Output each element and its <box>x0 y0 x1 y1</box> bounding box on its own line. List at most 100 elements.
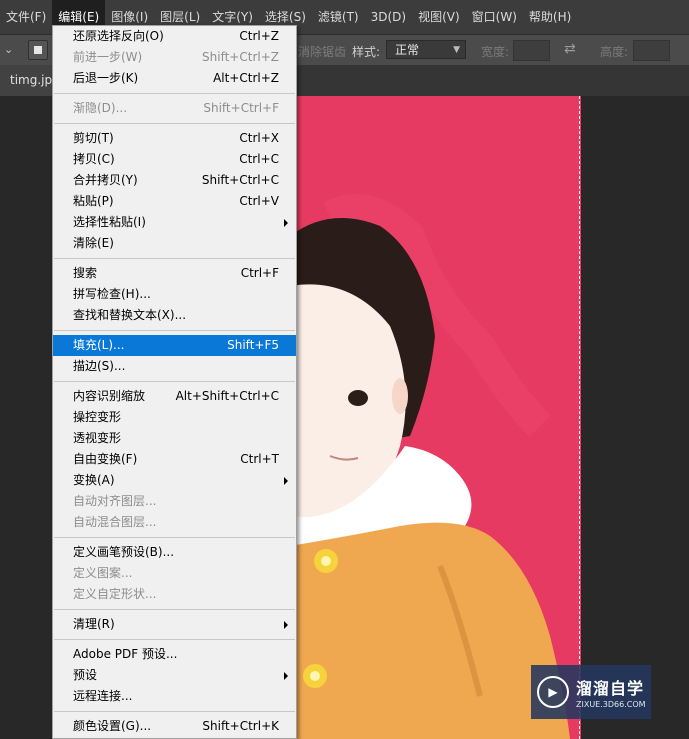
menu-item-label: 颜色设置(G)... <box>73 719 152 733</box>
edit-menu-item[interactable]: 填充(L)... Shift+F5 <box>53 335 296 356</box>
watermark-site: ZIXUE.3D66.COM <box>576 700 646 709</box>
menu-separator <box>54 711 295 712</box>
menu-item-label: 操控变形 <box>73 410 122 424</box>
edit-menu-item[interactable]: 合并拷贝(Y) Shift+Ctrl+C <box>53 170 296 191</box>
edit-menu-item[interactable]: 剪切(T) Ctrl+X <box>53 128 296 149</box>
antialias-label: 消除锯齿 <box>298 45 347 59</box>
new-selection-icon[interactable] <box>28 40 48 60</box>
menu-item-shortcut: Alt+Ctrl+Z <box>213 71 279 85</box>
menu-item-shortcut: Ctrl+X <box>239 131 279 145</box>
menu-item-label: 描边(S)... <box>73 359 126 373</box>
edit-menu-item: 自动混合图层... <box>53 512 296 533</box>
edit-menu-item[interactable]: 拷贝(C) Ctrl+C <box>53 149 296 170</box>
menu-item-label: 渐隐(D)... <box>73 101 128 115</box>
watermark-brand: 溜溜自学 <box>576 679 645 698</box>
menu-separator <box>54 330 295 331</box>
menu-item-label: 前进一步(W) <box>73 50 143 64</box>
menu-help[interactable]: 帮助(H) <box>523 0 577 34</box>
menu-item-label: 自动对齐图层... <box>73 494 157 508</box>
menu-separator <box>54 258 295 259</box>
menu-item-label: 定义自定形状... <box>73 587 157 601</box>
menu-item-label: 填充(L)... <box>73 338 125 352</box>
style-select[interactable]: 正常 ▼ <box>386 40 466 59</box>
menu-item-shortcut: Shift+Ctrl+C <box>201 173 279 187</box>
menu-item-shortcut: Ctrl+V <box>239 194 279 208</box>
menu-window[interactable]: 窗口(W) <box>466 0 523 34</box>
style-select-value: 正常 <box>395 43 420 57</box>
menu-item-label: Adobe PDF 预设... <box>73 647 178 661</box>
menu-item-label: 查找和替换文本(X)... <box>73 308 187 322</box>
edit-menu-item[interactable]: 内容识别缩放 Alt+Shift+Ctrl+C <box>53 386 296 407</box>
menu-item-shortcut: Shift+Ctrl+F <box>203 101 279 115</box>
edit-menu-item[interactable]: 颜色设置(G)... Shift+Ctrl+K <box>53 716 296 737</box>
style-label: 样式: <box>352 45 381 59</box>
edit-menu-dropdown: 还原选择反向(O) Ctrl+Z 前进一步(W) Shift+Ctrl+Z 后退一步(K… <box>52 25 297 739</box>
menu-item-shortcut: Ctrl+F <box>240 266 279 280</box>
menu-item-label: 透视变形 <box>73 431 122 445</box>
edit-menu-item[interactable]: 查找和替换文本(X)... <box>53 305 296 326</box>
menu-separator <box>54 93 295 94</box>
menu-view[interactable]: 视图(V) <box>412 0 466 34</box>
menu-item-label: 清除(E) <box>73 236 114 250</box>
selection-marquee <box>579 96 580 739</box>
submenu-arrow-icon <box>284 477 288 485</box>
menu-item-shortcut: Ctrl+C <box>239 152 279 166</box>
menu-separator <box>54 639 295 640</box>
menu-3d[interactable]: 3D(D) <box>365 0 412 34</box>
height-field[interactable] <box>633 40 670 61</box>
edit-menu-item[interactable]: 透视变形 <box>53 428 296 449</box>
edit-menu-item[interactable]: 操控变形 <box>53 407 296 428</box>
child-photo-image <box>290 96 581 739</box>
menu-item-label: 粘贴(P) <box>73 194 114 208</box>
edit-menu-item[interactable]: 粘贴(P) Ctrl+V <box>53 191 296 212</box>
edit-menu-item[interactable]: 搜索 Ctrl+F <box>53 263 296 284</box>
menu-item-label: 自动混合图层... <box>73 515 157 529</box>
width-label: 宽度: <box>481 45 510 59</box>
edit-menu-item[interactable]: 还原选择反向(O) Ctrl+Z <box>53 26 296 47</box>
edit-menu-item[interactable]: 远程连接... <box>53 686 296 707</box>
edit-menu-item[interactable]: 清理(R) <box>53 614 296 635</box>
menu-file[interactable]: 文件(F) <box>0 0 52 34</box>
menu-item-label: 清理(R) <box>73 617 115 631</box>
edit-menu-item[interactable]: 清除(E) <box>53 233 296 254</box>
swap-icon[interactable]: ⇄ <box>564 41 576 57</box>
menu-item-shortcut: Ctrl+T <box>240 452 279 466</box>
edit-menu-item: 前进一步(W) Shift+Ctrl+Z <box>53 47 296 68</box>
edit-menu-item[interactable]: 后退一步(K) Alt+Ctrl+Z <box>53 68 296 89</box>
menu-filter[interactable]: 滤镜(T) <box>312 0 365 34</box>
edit-menu-item: 自动对齐图层... <box>53 491 296 512</box>
edit-menu-item: 渐隐(D)... Shift+Ctrl+F <box>53 98 296 119</box>
menu-item-label: 预设 <box>73 668 98 682</box>
edit-menu-item[interactable]: Adobe PDF 预设... <box>53 644 296 665</box>
document-tab[interactable]: timg.jpg <box>0 65 56 96</box>
menu-item-label: 拷贝(C) <box>73 152 115 166</box>
menu-item-label: 剪切(T) <box>73 131 114 145</box>
menu-item-label: 变换(A) <box>73 473 115 487</box>
tool-preset-chevron-icon[interactable]: ⌄ <box>4 43 13 56</box>
menu-item-label: 后退一步(K) <box>73 71 139 85</box>
menu-item-label: 选择性粘贴(I) <box>73 215 146 229</box>
edit-menu-item[interactable]: 选择性粘贴(I) <box>53 212 296 233</box>
menu-separator <box>54 537 295 538</box>
edit-menu-item[interactable]: 变换(A) <box>53 470 296 491</box>
watermark: ▶ 溜溜自学 ZIXUE.3D66.COM <box>531 665 651 719</box>
menu-item-shortcut: Ctrl+Z <box>239 29 279 43</box>
submenu-arrow-icon <box>284 621 288 629</box>
edit-menu-item: 定义自定形状... <box>53 584 296 605</box>
menu-separator <box>54 381 295 382</box>
edit-menu-item[interactable]: 定义画笔预设(B)... <box>53 542 296 563</box>
menu-item-label: 还原选择反向(O) <box>73 29 164 43</box>
edit-menu-item[interactable]: 自由变换(F) Ctrl+T <box>53 449 296 470</box>
edit-menu-item: 定义图案... <box>53 563 296 584</box>
edit-menu-item[interactable]: 预设 <box>53 665 296 686</box>
height-label: 高度: <box>600 45 629 59</box>
menu-separator <box>54 123 295 124</box>
menu-item-shortcut: Shift+Ctrl+Z <box>202 50 279 64</box>
edit-menu-item[interactable]: 拼写检查(H)... <box>53 284 296 305</box>
edit-menu-item[interactable]: 描边(S)... <box>53 356 296 377</box>
menu-item-label: 拼写检查(H)... <box>73 287 151 301</box>
menu-item-label: 定义画笔预设(B)... <box>73 545 175 559</box>
width-field[interactable] <box>513 40 550 61</box>
menu-separator <box>54 609 295 610</box>
photo-layer <box>290 96 581 739</box>
